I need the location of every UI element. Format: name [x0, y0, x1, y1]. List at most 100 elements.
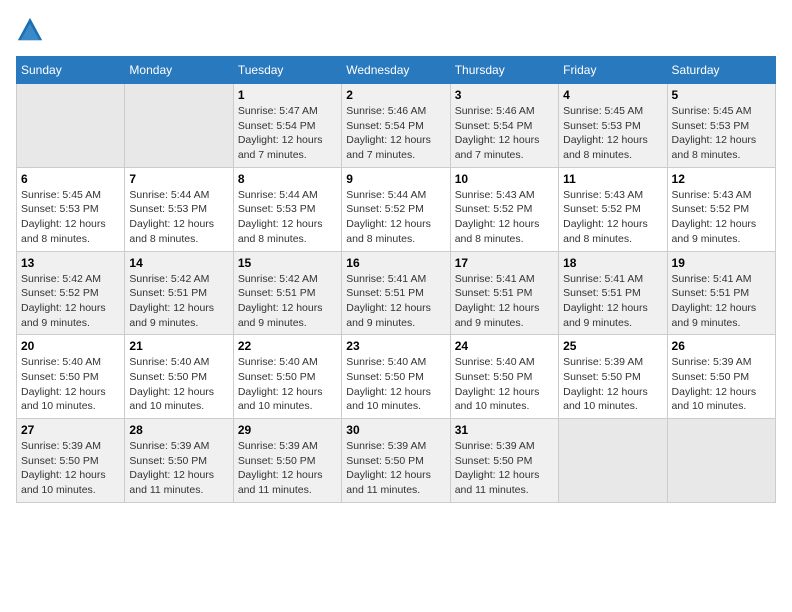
- day-number: 29: [238, 423, 337, 437]
- day-number: 13: [21, 256, 120, 270]
- day-number: 15: [238, 256, 337, 270]
- day-info: Sunrise: 5:42 AM Sunset: 5:51 PM Dayligh…: [238, 272, 337, 331]
- calendar-cell: 10Sunrise: 5:43 AM Sunset: 5:52 PM Dayli…: [450, 167, 558, 251]
- day-number: 4: [563, 88, 662, 102]
- calendar-week-row: 1Sunrise: 5:47 AM Sunset: 5:54 PM Daylig…: [17, 84, 776, 168]
- page-header: [16, 16, 776, 44]
- day-number: 12: [672, 172, 771, 186]
- calendar-cell: 20 Sunrise: 5:40 AM Sunset: 5:50 PM Dayli…: [17, 335, 125, 419]
- day-info: Sunrise: 5:39 AM Sunset: 5:50 PM Dayligh…: [455, 439, 554, 498]
- calendar-cell: 25 Sunrise: 5:39 AM Sunset: 5:50 PM Dayli…: [559, 335, 667, 419]
- calendar-cell: 8 Sunrise: 5:44 AM Sunset: 5:53 PM Daylig…: [233, 167, 341, 251]
- day-number: 2: [346, 88, 445, 102]
- day-number: 9: [346, 172, 445, 186]
- day-info: Sunrise: 5:45 AM Sunset: 5:53 PM Dayligh…: [21, 188, 120, 247]
- day-number: 27: [21, 423, 120, 437]
- day-info: Sunrise: 5:43 AM Sunset: 5:52 PM Dayligh…: [563, 188, 662, 247]
- day-number: 10: [455, 172, 554, 186]
- calendar-cell: 7 Sunrise: 5:44 AM Sunset: 5:53 PM Daylig…: [125, 167, 233, 251]
- day-info: Sunrise: 5:44 AM Sunset: 5:53 PM Dayligh…: [238, 188, 337, 247]
- calendar-cell: 29 Sunrise: 5:39 AM Sunset: 5:50 PM Dayli…: [233, 419, 341, 503]
- day-number: 7: [129, 172, 228, 186]
- day-number: 26: [672, 339, 771, 353]
- calendar-cell: [17, 84, 125, 168]
- calendar-week-row: 6 Sunrise: 5:45 AM Sunset: 5:53 PM Daylig…: [17, 167, 776, 251]
- calendar-table: SundayMondayTuesdayWednesdayThursdayFrid…: [16, 56, 776, 503]
- calendar-header-friday: Friday: [559, 57, 667, 84]
- day-info: Sunrise: 5:40 AM Sunset: 5:50 PM Dayligh…: [346, 355, 445, 414]
- day-info: Sunrise: 5:40 AM Sunset: 5:50 PM Dayligh…: [21, 355, 120, 414]
- calendar-cell: 28 Sunrise: 5:39 AM Sunset: 5:50 PM Dayli…: [125, 419, 233, 503]
- calendar-cell: 17Sunrise: 5:41 AM Sunset: 5:51 PM Dayli…: [450, 251, 558, 335]
- calendar-cell: 21 Sunrise: 5:40 AM Sunset: 5:50 PM Dayli…: [125, 335, 233, 419]
- day-info: Sunrise: 5:41 AM Sunset: 5:51 PM Dayligh…: [672, 272, 771, 331]
- calendar-cell: 1Sunrise: 5:47 AM Sunset: 5:54 PM Daylig…: [233, 84, 341, 168]
- calendar-cell: 5Sunrise: 5:45 AM Sunset: 5:53 PM Daylig…: [667, 84, 775, 168]
- calendar-cell: [559, 419, 667, 503]
- day-info: Sunrise: 5:46 AM Sunset: 5:54 PM Dayligh…: [346, 104, 445, 163]
- calendar-cell: 18 Sunrise: 5:41 AM Sunset: 5:51 PM Dayli…: [559, 251, 667, 335]
- day-number: 25: [563, 339, 662, 353]
- calendar-header-wednesday: Wednesday: [342, 57, 450, 84]
- calendar-cell: 15 Sunrise: 5:42 AM Sunset: 5:51 PM Dayli…: [233, 251, 341, 335]
- day-info: Sunrise: 5:45 AM Sunset: 5:53 PM Dayligh…: [672, 104, 771, 163]
- calendar-cell: 14Sunrise: 5:42 AM Sunset: 5:51 PM Dayli…: [125, 251, 233, 335]
- day-info: Sunrise: 5:41 AM Sunset: 5:51 PM Dayligh…: [563, 272, 662, 331]
- calendar-header-sunday: Sunday: [17, 57, 125, 84]
- day-info: Sunrise: 5:39 AM Sunset: 5:50 PM Dayligh…: [21, 439, 120, 498]
- calendar-cell: 24 Sunrise: 5:40 AM Sunset: 5:50 PM Dayli…: [450, 335, 558, 419]
- day-number: 23: [346, 339, 445, 353]
- day-number: 28: [129, 423, 228, 437]
- day-number: 30: [346, 423, 445, 437]
- day-info: Sunrise: 5:40 AM Sunset: 5:50 PM Dayligh…: [238, 355, 337, 414]
- calendar-cell: 16 Sunrise: 5:41 AM Sunset: 5:51 PM Dayli…: [342, 251, 450, 335]
- calendar-header-tuesday: Tuesday: [233, 57, 341, 84]
- day-info: Sunrise: 5:41 AM Sunset: 5:51 PM Dayligh…: [346, 272, 445, 331]
- calendar-week-row: 20 Sunrise: 5:40 AM Sunset: 5:50 PM Dayli…: [17, 335, 776, 419]
- calendar-cell: 30Sunrise: 5:39 AM Sunset: 5:50 PM Dayli…: [342, 419, 450, 503]
- calendar-header-thursday: Thursday: [450, 57, 558, 84]
- day-info: Sunrise: 5:39 AM Sunset: 5:50 PM Dayligh…: [238, 439, 337, 498]
- calendar-cell: 9Sunrise: 5:44 AM Sunset: 5:52 PM Daylig…: [342, 167, 450, 251]
- day-info: Sunrise: 5:40 AM Sunset: 5:50 PM Dayligh…: [455, 355, 554, 414]
- calendar-cell: 23 Sunrise: 5:40 AM Sunset: 5:50 PM Dayli…: [342, 335, 450, 419]
- calendar-cell: 12Sunrise: 5:43 AM Sunset: 5:52 PM Dayli…: [667, 167, 775, 251]
- day-info: Sunrise: 5:40 AM Sunset: 5:50 PM Dayligh…: [129, 355, 228, 414]
- day-number: 14: [129, 256, 228, 270]
- day-info: Sunrise: 5:41 AM Sunset: 5:51 PM Dayligh…: [455, 272, 554, 331]
- day-number: 31: [455, 423, 554, 437]
- calendar-cell: 31 Sunrise: 5:39 AM Sunset: 5:50 PM Dayli…: [450, 419, 558, 503]
- day-number: 16: [346, 256, 445, 270]
- day-info: Sunrise: 5:39 AM Sunset: 5:50 PM Dayligh…: [129, 439, 228, 498]
- calendar-week-row: 13 Sunrise: 5:42 AM Sunset: 5:52 PM Dayli…: [17, 251, 776, 335]
- day-number: 6: [21, 172, 120, 186]
- day-number: 24: [455, 339, 554, 353]
- day-number: 18: [563, 256, 662, 270]
- day-info: Sunrise: 5:46 AM Sunset: 5:54 PM Dayligh…: [455, 104, 554, 163]
- calendar-cell: 11 Sunrise: 5:43 AM Sunset: 5:52 PM Dayli…: [559, 167, 667, 251]
- day-info: Sunrise: 5:39 AM Sunset: 5:50 PM Dayligh…: [672, 355, 771, 414]
- calendar-cell: 6 Sunrise: 5:45 AM Sunset: 5:53 PM Daylig…: [17, 167, 125, 251]
- logo-icon: [16, 16, 44, 44]
- day-number: 21: [129, 339, 228, 353]
- day-number: 11: [563, 172, 662, 186]
- calendar-cell: 27 Sunrise: 5:39 AM Sunset: 5:50 PM Dayli…: [17, 419, 125, 503]
- day-info: Sunrise: 5:42 AM Sunset: 5:52 PM Dayligh…: [21, 272, 120, 331]
- calendar-cell: 19 Sunrise: 5:41 AM Sunset: 5:51 PM Dayli…: [667, 251, 775, 335]
- calendar-cell: 22 Sunrise: 5:40 AM Sunset: 5:50 PM Dayli…: [233, 335, 341, 419]
- calendar-cell: 26 Sunrise: 5:39 AM Sunset: 5:50 PM Dayli…: [667, 335, 775, 419]
- day-number: 19: [672, 256, 771, 270]
- day-number: 8: [238, 172, 337, 186]
- day-info: Sunrise: 5:39 AM Sunset: 5:50 PM Dayligh…: [563, 355, 662, 414]
- day-info: Sunrise: 5:44 AM Sunset: 5:53 PM Dayligh…: [129, 188, 228, 247]
- calendar-header-saturday: Saturday: [667, 57, 775, 84]
- calendar-cell: 13 Sunrise: 5:42 AM Sunset: 5:52 PM Dayli…: [17, 251, 125, 335]
- day-number: 22: [238, 339, 337, 353]
- calendar-cell: 4Sunrise: 5:45 AM Sunset: 5:53 PM Daylig…: [559, 84, 667, 168]
- calendar-cell: [125, 84, 233, 168]
- calendar-cell: 2 Sunrise: 5:46 AM Sunset: 5:54 PM Daylig…: [342, 84, 450, 168]
- logo: [16, 16, 48, 44]
- day-number: 3: [455, 88, 554, 102]
- day-number: 20: [21, 339, 120, 353]
- day-info: Sunrise: 5:47 AM Sunset: 5:54 PM Dayligh…: [238, 104, 337, 163]
